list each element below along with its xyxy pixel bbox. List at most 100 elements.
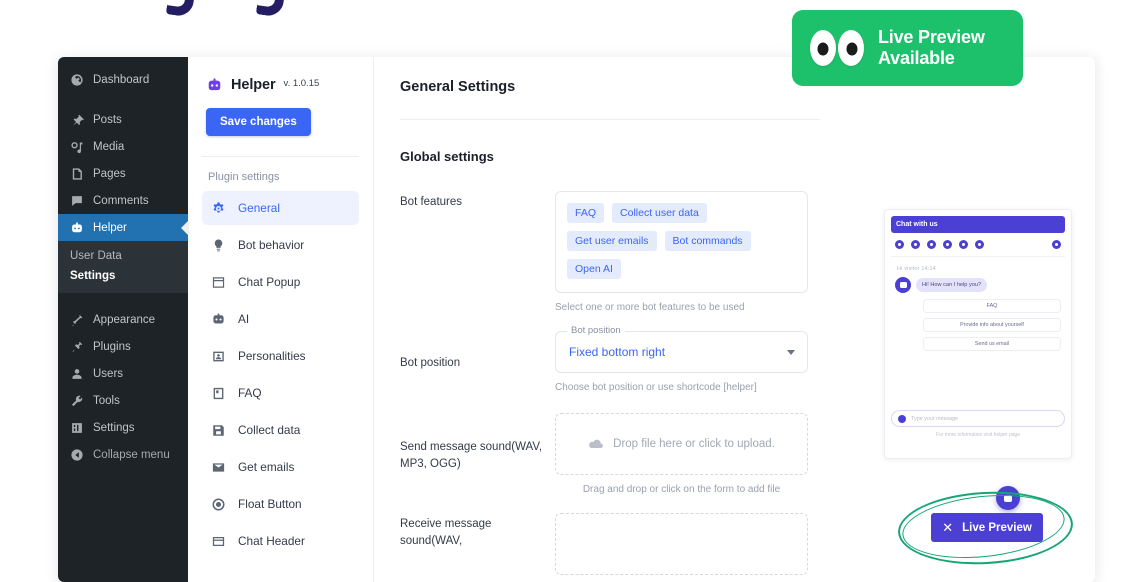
quick-reply-send-email[interactable]: Send us email: [923, 337, 1061, 351]
send-sound-label: Send message sound(WAV, MP3, OGG): [400, 436, 555, 472]
target-icon: [210, 496, 226, 512]
submenu-item-settings[interactable]: Settings: [58, 266, 188, 286]
nav-label: FAQ: [238, 386, 262, 400]
nav-label: Chat Popup: [238, 275, 300, 289]
chip-get-user-emails[interactable]: Get user emails: [567, 231, 657, 251]
eye-left: [810, 30, 836, 66]
nav-item-chat-header[interactable]: Chat Header: [202, 524, 359, 558]
bot-features-label: Bot features: [400, 191, 555, 313]
sidebar-item-tools[interactable]: Tools: [58, 387, 188, 414]
nav-item-ai[interactable]: AI: [202, 302, 359, 336]
admin-card: Dashboard Posts Media Pages Comments Hel…: [58, 57, 1095, 582]
chip-collect-user-data[interactable]: Collect user data: [612, 203, 707, 223]
decorative-glyph-left: [166, 0, 196, 18]
sidebar-item-settings[interactable]: Settings: [58, 414, 188, 441]
nav-label: AI: [238, 312, 249, 326]
chat-bot-avatar: [895, 277, 911, 293]
submenu-item-user-data[interactable]: User Data: [58, 246, 188, 266]
sidebar-label: Comments: [93, 195, 149, 207]
plugin-settings-nav: Helper v. 1.0.15 Save changes Plugin set…: [188, 57, 374, 582]
sidebar-label: Pages: [93, 168, 126, 180]
chat-footer-text: For more information visit helper page: [891, 432, 1065, 438]
social-icon-telegram[interactable]: [975, 240, 984, 249]
window-icon: [210, 533, 226, 549]
emoji-icon[interactable]: [898, 415, 906, 423]
badge-line-1: Live Preview: [878, 27, 985, 47]
chat-close-icon[interactable]: [1052, 240, 1061, 249]
save-changes-button[interactable]: Save changes: [206, 108, 311, 136]
sidebar-item-collapse-menu[interactable]: Collapse menu: [58, 441, 188, 468]
nav-item-faq[interactable]: FAQ: [202, 376, 359, 410]
quick-reply-faq[interactable]: FAQ: [923, 299, 1061, 313]
plug-icon: [69, 339, 84, 354]
nav-item-general[interactable]: General: [202, 191, 359, 225]
sidebar-item-dashboard[interactable]: Dashboard: [58, 66, 188, 93]
nav-label: Get emails: [238, 460, 294, 474]
nav-item-bot-behavior[interactable]: Bot behavior: [202, 228, 359, 262]
dashboard-icon: [69, 72, 84, 87]
nav-item-float-button[interactable]: Float Button: [202, 487, 359, 521]
section-title-global-settings: Global settings: [400, 149, 1069, 164]
sidebar-item-plugins[interactable]: Plugins: [58, 333, 188, 360]
nav-label: Chat Header: [238, 534, 305, 548]
sidebar-label: Plugins: [93, 341, 131, 353]
helper-submenu: User Data Settings: [58, 241, 188, 293]
chip-bot-commands[interactable]: Bot commands: [665, 231, 751, 251]
sidebar-item-media[interactable]: Media: [58, 133, 188, 160]
sidebar-item-helper[interactable]: Helper: [58, 214, 188, 241]
live-preview-button[interactable]: ✕ Live Preview: [931, 513, 1043, 542]
social-icon-2[interactable]: [911, 240, 920, 249]
plugin-brand: Helper v. 1.0.15: [202, 77, 359, 94]
sidebar-label: Posts: [93, 114, 122, 126]
sidebar-item-appearance[interactable]: Appearance: [58, 306, 188, 333]
gear-icon: [210, 200, 226, 216]
social-icon-4[interactable]: [943, 240, 952, 249]
nav-label: Collect data: [238, 423, 300, 437]
sidebar-item-posts[interactable]: Posts: [58, 106, 188, 133]
chat-preview-widget: Chat with us Hi visitor 14:14 Hi! How ca…: [884, 209, 1072, 459]
social-icon-1[interactable]: [895, 240, 904, 249]
social-icon-facebook[interactable]: [959, 240, 968, 249]
sidebar-label: Settings: [93, 422, 135, 434]
bot-features-chips[interactable]: FAQ Collect user data Get user emails Bo…: [555, 191, 808, 293]
eyes-icon: [810, 30, 864, 66]
sidebar-item-comments[interactable]: Comments: [58, 187, 188, 214]
media-icon: [69, 139, 84, 154]
nav-label: Bot behavior: [238, 238, 304, 252]
nav-label: Float Button: [238, 497, 302, 511]
quick-reply-provide-info[interactable]: Provide info about yourself: [923, 318, 1061, 332]
send-sound-hint: Drag and drop or click on the form to ad…: [555, 484, 808, 495]
brand-version: v. 1.0.15: [284, 78, 320, 89]
lightbulb-icon: [210, 237, 226, 253]
comments-icon: [69, 193, 84, 208]
envelope-icon: [210, 459, 226, 475]
sliders-icon: [69, 420, 84, 435]
bot-position-value: Fixed bottom right: [569, 345, 665, 359]
chip-open-ai[interactable]: Open AI: [567, 259, 621, 279]
pages-icon: [69, 166, 84, 181]
nav-item-collect-data[interactable]: Collect data: [202, 413, 359, 447]
brand-name: Helper: [231, 77, 276, 93]
chip-faq[interactable]: FAQ: [567, 203, 604, 223]
title-divider: [400, 119, 820, 120]
helper-logo-icon: [206, 77, 223, 94]
nav-item-get-emails[interactable]: Get emails: [202, 450, 359, 484]
sidebar-item-users[interactable]: Users: [58, 360, 188, 387]
sidebar-label: Appearance: [93, 314, 155, 326]
active-arrow-icon: [181, 220, 189, 236]
sidebar-item-pages[interactable]: Pages: [58, 160, 188, 187]
chat-message-input[interactable]: Type your message: [891, 410, 1065, 427]
sidebar-label: Users: [93, 368, 123, 380]
wrench-icon: [69, 393, 84, 408]
bot-position-select[interactable]: Bot position Fixed bottom right: [555, 331, 808, 373]
receive-sound-dropzone[interactable]: [555, 513, 808, 575]
social-icon-3[interactable]: [927, 240, 936, 249]
chat-bot-message: Hi! How can I help you?: [916, 278, 987, 292]
save-disk-icon: [210, 422, 226, 438]
send-sound-dropzone[interactable]: Drop file here or click to upload.: [555, 413, 808, 475]
nav-item-personalities[interactable]: Personalities: [202, 339, 359, 373]
nav-item-chat-popup[interactable]: Chat Popup: [202, 265, 359, 299]
pin-icon: [69, 112, 84, 127]
live-preview-label: Live Preview: [962, 522, 1032, 534]
popup-icon: [210, 274, 226, 290]
